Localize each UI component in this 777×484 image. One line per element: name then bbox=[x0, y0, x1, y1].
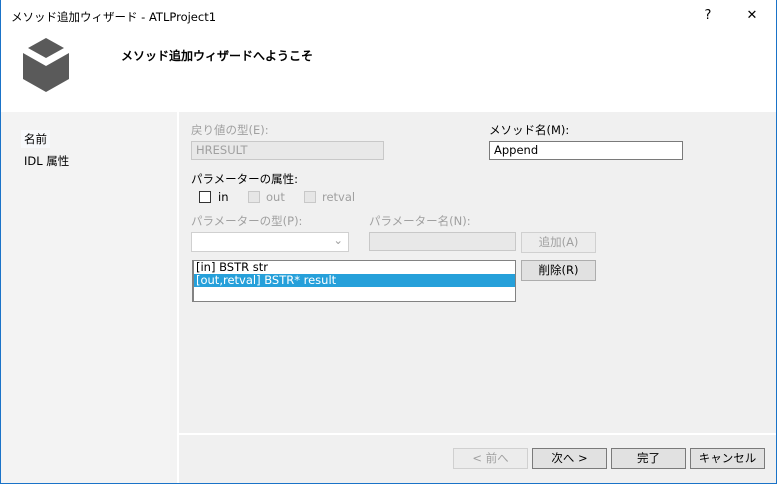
prev-button[interactable]: < 前へ bbox=[453, 448, 528, 469]
param-type-select[interactable]: ⌄ bbox=[191, 232, 349, 252]
retval-label: retval bbox=[322, 190, 356, 204]
cube-icon bbox=[23, 38, 69, 92]
param-attr-label: パラメーターの属性: bbox=[191, 172, 299, 186]
wizard-window: メソッド追加ウィザード - ATLProject1 ? ✕ メソッド追加ウィザー… bbox=[0, 0, 777, 484]
retval-checkbox[interactable] bbox=[304, 191, 316, 203]
header-title: メソッド追加ウィザードへようこそ bbox=[121, 49, 314, 63]
divider bbox=[179, 433, 776, 435]
param-name-input[interactable] bbox=[369, 232, 516, 251]
return-type-field: HRESULT bbox=[191, 141, 384, 160]
in-checkbox[interactable] bbox=[199, 191, 211, 203]
method-name-input[interactable]: Append bbox=[489, 141, 683, 160]
list-item-selected[interactable]: [out,retval] BSTR* result bbox=[194, 274, 515, 287]
param-name-label: パラメーター名(N): bbox=[369, 214, 471, 228]
cancel-button[interactable]: キャンセル bbox=[690, 448, 765, 469]
out-label: out bbox=[266, 190, 285, 204]
out-checkbox[interactable] bbox=[248, 191, 260, 203]
close-button[interactable]: ✕ bbox=[737, 4, 767, 28]
param-type-label: パラメーターの型(P): bbox=[191, 214, 303, 228]
method-name-label: メソッド名(M): bbox=[489, 123, 570, 137]
finish-button[interactable]: 完了 bbox=[611, 448, 686, 469]
wizard-page: 戻り値の型(E): HRESULT メソッド名(M): Append パラメータ… bbox=[179, 112, 776, 483]
return-type-label: 戻り値の型(E): bbox=[191, 123, 269, 137]
title-bar: メソッド追加ウィザード - ATLProject1 ? ✕ bbox=[1, 0, 776, 32]
parameter-list[interactable]: [in] BSTR str [out,retval] BSTR* result bbox=[192, 260, 516, 302]
remove-button[interactable]: 削除(R) bbox=[521, 260, 596, 281]
help-button[interactable]: ? bbox=[693, 4, 723, 28]
nav-item-idl-attributes[interactable]: IDL 属性 bbox=[21, 152, 72, 170]
window-title: メソッド追加ウィザード - ATLProject1 bbox=[11, 10, 217, 24]
next-button[interactable]: 次へ > bbox=[532, 448, 607, 469]
nav-item-name[interactable]: 名前 bbox=[21, 130, 50, 148]
wizard-nav: 名前 IDL 属性 bbox=[1, 112, 177, 483]
add-button[interactable]: 追加(A) bbox=[521, 232, 596, 253]
in-label: in bbox=[218, 190, 229, 204]
chevron-down-icon: ⌄ bbox=[333, 233, 343, 247]
